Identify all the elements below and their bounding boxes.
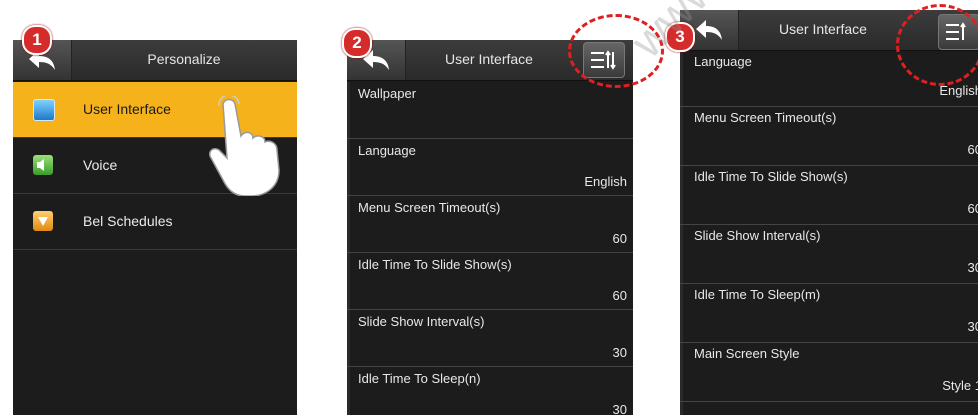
menu-item-label: User Interface bbox=[83, 101, 171, 117]
row-label: Idle Time To Slide Show(s) bbox=[358, 257, 512, 272]
row-label: Language bbox=[694, 54, 752, 69]
row-value: 30 bbox=[967, 319, 978, 334]
row-label: Slide Show Interval(s) bbox=[358, 314, 485, 329]
list-item[interactable]: Slide Show Interval(s) 30 bbox=[347, 310, 633, 367]
row-value: 30 bbox=[612, 345, 627, 360]
row-value: 60 bbox=[612, 288, 627, 303]
page-title: User Interface bbox=[445, 51, 533, 67]
menu-item-label: Bel Schedules bbox=[83, 213, 173, 229]
bell-schedule-icon bbox=[33, 211, 53, 231]
row-value: 30 bbox=[967, 260, 978, 275]
list-item[interactable]: Main Screen Style Style 1 bbox=[680, 343, 978, 402]
settings-list: Wallpaper Language English Menu Screen T… bbox=[347, 82, 633, 415]
row-value: 60 bbox=[612, 231, 627, 246]
row-value: 60 bbox=[967, 201, 978, 216]
row-label: Wallpaper bbox=[358, 86, 417, 101]
row-label: Idle Time To Sleep(m) bbox=[694, 287, 821, 302]
row-value: 60 bbox=[967, 142, 978, 157]
highlight-circle bbox=[896, 4, 978, 86]
page-title: Personalize bbox=[147, 51, 221, 67]
list-item[interactable]: Idle Time To Sleep(n) 30 bbox=[347, 367, 633, 415]
list-item[interactable]: Language English bbox=[347, 139, 633, 196]
speaker-icon bbox=[33, 155, 53, 175]
list-item[interactable]: Wallpaper bbox=[347, 82, 633, 139]
row-label: Menu Screen Timeout(s) bbox=[358, 200, 501, 215]
step-badge: 3 bbox=[665, 22, 695, 52]
user-interface-screen: User Interface Wallpaper Language Englis… bbox=[347, 40, 633, 415]
menu-item-label: Voice bbox=[83, 157, 118, 173]
back-arrow-icon bbox=[696, 20, 722, 40]
row-label: Menu Screen Timeout(s) bbox=[694, 110, 837, 125]
row-label: Main Screen Style bbox=[694, 346, 800, 361]
row-label: Language bbox=[358, 143, 416, 158]
row-label: Slide Show Interval(s) bbox=[694, 228, 821, 243]
row-value: Style 1 bbox=[942, 378, 978, 393]
row-label: Idle Time To Slide Show(s) bbox=[694, 169, 848, 184]
step-badge: 1 bbox=[22, 25, 52, 55]
step-badge: 2 bbox=[342, 28, 372, 58]
list-item[interactable]: Idle Time To Sleep(m) 30 bbox=[680, 284, 978, 343]
list-item[interactable]: Menu Screen Timeout(s) 60 bbox=[347, 196, 633, 253]
list-item[interactable]: Slide Show Interval(s) 30 bbox=[680, 225, 978, 284]
page-title: User Interface bbox=[779, 21, 867, 37]
list-item[interactable]: Idle Time To Slide Show(s) 60 bbox=[680, 166, 978, 225]
menu-item-bel-schedules[interactable]: Bel Schedules bbox=[13, 194, 297, 250]
list-item[interactable]: Menu Screen Timeout(s) 60 bbox=[680, 107, 978, 166]
monitor-icon bbox=[33, 99, 55, 121]
row-value: English bbox=[584, 174, 627, 189]
highlight-circle bbox=[568, 14, 664, 88]
settings-list: Language English Menu Screen Timeout(s) … bbox=[680, 54, 978, 402]
row-label: Idle Time To Sleep(n) bbox=[358, 371, 481, 386]
top-bar: Personalize bbox=[13, 40, 297, 81]
row-value: 30 bbox=[612, 402, 627, 415]
list-item[interactable]: Idle Time To Slide Show(s) 60 bbox=[347, 253, 633, 310]
tapping-hand-icon bbox=[205, 94, 285, 201]
